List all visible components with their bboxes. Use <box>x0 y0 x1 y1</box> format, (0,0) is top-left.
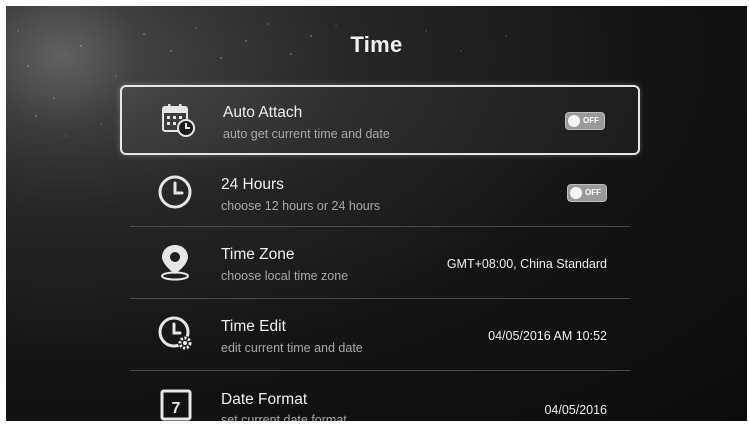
calendar-day-number: 7 <box>172 400 181 417</box>
page-title: Time <box>350 32 403 57</box>
setting-value: 04/05/2016 <box>544 403 607 417</box>
row-divider <box>130 370 630 371</box>
setting-title: Auto Attach <box>223 104 303 121</box>
row-divider <box>130 298 630 299</box>
setting-subtitle: auto get current time and date <box>223 127 390 141</box>
setting-title: Time Edit <box>221 318 286 335</box>
setting-row-auto-attach[interactable]: Auto Attach auto get current time and da… <box>120 85 640 155</box>
location-pin-icon <box>156 241 196 281</box>
setting-row-time-zone[interactable]: Time Zone choose local time zone GMT+08:… <box>120 228 640 298</box>
toggle-state-label: OFF <box>583 116 599 125</box>
setting-value: 04/05/2016 AM 10:52 <box>488 329 607 343</box>
24-hours-toggle[interactable]: OFF <box>567 184 607 202</box>
setting-row-date-format[interactable]: 7 Date Format set current date format 04… <box>120 372 640 421</box>
setting-value: GMT+08:00, China Standard <box>446 257 607 271</box>
setting-title: 24 Hours <box>221 176 284 193</box>
tv-screen: Time Auto Attach auto get current time a… <box>6 6 747 421</box>
setting-title: Time Zone <box>221 246 295 263</box>
calendar-clock-icon <box>158 101 198 141</box>
setting-subtitle: choose local time zone <box>221 269 349 283</box>
toggle-state-label: OFF <box>585 188 601 197</box>
clock-icon <box>156 172 196 212</box>
toggle-knob <box>570 187 582 199</box>
auto-attach-toggle[interactable]: OFF <box>565 112 605 130</box>
setting-subtitle: edit current time and date <box>221 341 363 355</box>
clock-gear-icon <box>156 314 196 354</box>
setting-row-24-hours[interactable]: 24 Hours choose 12 hours or 24 hours OFF <box>120 157 640 227</box>
setting-subtitle: set current date format <box>221 413 347 421</box>
row-divider <box>130 226 630 227</box>
toggle-knob <box>568 115 580 127</box>
setting-subtitle: choose 12 hours or 24 hours <box>221 199 381 213</box>
calendar-7-icon: 7 <box>156 386 196 421</box>
setting-row-time-edit[interactable]: Time Edit edit current time and date 04/… <box>120 300 640 370</box>
setting-title: Date Format <box>221 391 308 408</box>
